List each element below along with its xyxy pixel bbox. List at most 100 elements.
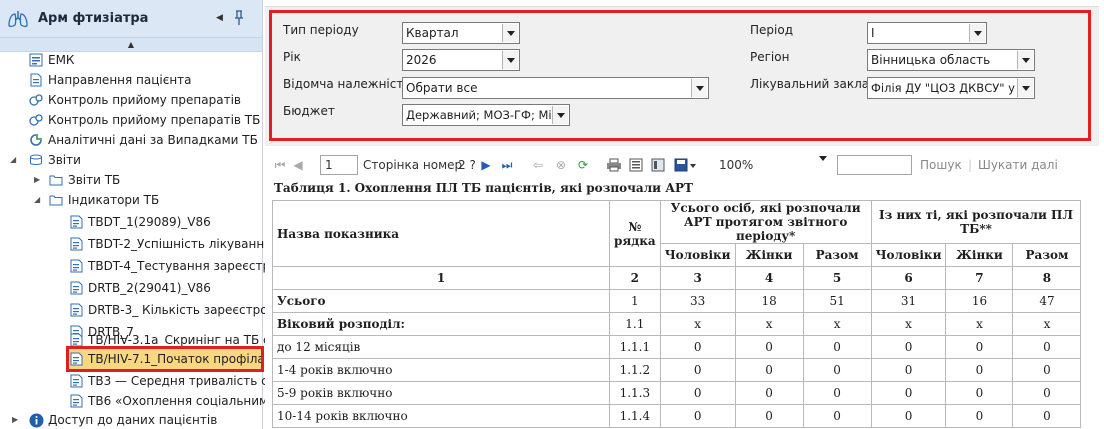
collapsed-arrow-icon[interactable]: ▶ xyxy=(12,415,18,424)
dropdown-arrow-icon[interactable] xyxy=(502,24,518,42)
print-icon[interactable] xyxy=(605,155,623,175)
sidebar-report-tbdt4[interactable]: TBDT-4_Тестування зареєстро xyxy=(68,256,277,276)
budget-value: Державний; МОЗ-ГФ; Місц xyxy=(406,108,566,122)
search-input[interactable] xyxy=(837,155,912,175)
region-value: Вінницька область xyxy=(871,53,991,67)
export-icon[interactable] xyxy=(673,155,697,175)
first-page-icon[interactable]: ⏮ xyxy=(273,155,287,175)
period-select[interactable]: I xyxy=(867,22,987,44)
row-name: 1-4 років включно xyxy=(272,358,610,382)
search-button[interactable]: Пошук xyxy=(920,155,962,175)
dropdown-arrow-icon[interactable] xyxy=(502,51,518,69)
table-cell: 0 xyxy=(734,404,804,428)
dropdown-arrow-icon[interactable] xyxy=(969,24,985,42)
report-document-icon xyxy=(68,280,84,296)
last-page-icon[interactable]: ⏭ xyxy=(499,155,515,175)
budget-label: Бюджет xyxy=(283,104,335,118)
sidebar-item-drug-control[interactable]: Контроль прийому препаратів xyxy=(28,90,241,110)
prev-page-icon[interactable]: ◀ xyxy=(291,155,305,175)
region-select[interactable]: Вінницька область xyxy=(867,49,1035,71)
document-icon xyxy=(28,72,44,88)
dropdown-arrow-icon[interactable] xyxy=(552,106,568,124)
table-cell: 33 xyxy=(659,289,736,313)
sidebar-item-emk[interactable]: ЕМК xyxy=(28,50,74,70)
sidebar-report-drtb3[interactable]: DRTB-3_ Кількість зареєстрова xyxy=(68,300,282,320)
affiliation-value: Обрати все xyxy=(406,81,478,95)
folder-icon xyxy=(48,172,64,188)
sidebar-item-label: Контроль прийому препаратів ТБ xyxy=(48,113,261,127)
stop-icon[interactable]: ⊗ xyxy=(553,155,569,175)
sidebar-item-drug-control-tb[interactable]: Контроль прийому препаратів ТБ xyxy=(28,110,260,130)
period-type-select[interactable]: Квартал xyxy=(402,22,520,44)
expand-arrow-icon[interactable]: ◢ xyxy=(10,155,16,164)
region-label: Регіон xyxy=(750,50,790,64)
sidebar-item-label: Аналітичні дані за Випадками ТБ xyxy=(48,133,258,147)
dropdown-arrow-icon[interactable] xyxy=(1017,51,1033,69)
col-num: 4 xyxy=(734,266,804,290)
sidebar-item-label: TBDT_1(29089)_V86 xyxy=(88,215,211,229)
dropdown-arrow-icon[interactable] xyxy=(1017,79,1033,97)
table-cell: 0 xyxy=(734,335,804,359)
budget-select[interactable]: Державний; МОЗ-ГФ; Місц xyxy=(402,104,570,126)
header-total: Разом xyxy=(802,243,872,267)
sidebar-item-analytics[interactable]: Аналітичні дані за Випадками ТБ xyxy=(28,130,258,150)
refresh-icon[interactable]: ⟳ xyxy=(575,155,591,175)
sidebar-report-drtb2[interactable]: DRTB_2(29041)_V86 xyxy=(68,278,211,298)
report-content: Таблиця 1. Охоплення ПЛ ТБ пацієнтів, як… xyxy=(270,181,1104,429)
table-cell: 0 xyxy=(870,381,947,405)
page-number-input[interactable]: 1 xyxy=(320,155,358,175)
info-icon xyxy=(28,412,44,428)
header-of-them: Із них ті, які розпочали ПЛ ТБ** xyxy=(870,200,1082,244)
sidebar-item-referral[interactable]: Направлення пацієнта xyxy=(28,70,192,90)
sidebar-report-tbdt2[interactable]: TBDT-2_Успішність лікування ( xyxy=(68,234,280,254)
table-row: до 12 місяців 1.1.1 0 0 0 0 0 0 xyxy=(272,335,1082,359)
table-row: 5-9 років включно 1.1.3 0 0 0 0 0 0 xyxy=(272,381,1082,405)
facility-select[interactable]: Філія ДУ "ЦОЗ ДКВСУ" у Ві xyxy=(867,77,1035,99)
back-icon[interactable]: ⇦ xyxy=(531,155,545,175)
sidebar-item-label: TB/HIV-3.1a_Скринінг на ТБ се xyxy=(88,333,277,347)
table-cell: 51 xyxy=(802,289,872,313)
app-title: Арм фтизіатра xyxy=(38,11,149,26)
row-number: 1.1.1 xyxy=(609,335,661,359)
sidebar-report-tb6[interactable]: TB6 «Охоплення соціальним с xyxy=(68,391,279,411)
affiliation-select[interactable]: Обрати все xyxy=(402,77,709,99)
reports-icon xyxy=(28,152,44,168)
collapsed-arrow-icon[interactable]: ▶ xyxy=(34,175,40,184)
col-num: 6 xyxy=(870,266,947,290)
sidebar-report-tbdt1[interactable]: TBDT_1(29089)_V86 xyxy=(68,212,211,232)
report-title: Таблиця 1. Охоплення ПЛ ТБ пацієнтів, як… xyxy=(274,181,693,195)
print-layout-icon[interactable] xyxy=(627,155,645,175)
sidebar-item-reports-tb[interactable]: ▶ Звіти ТБ xyxy=(34,170,120,190)
folder-icon xyxy=(48,192,64,208)
sidebar-item-reports[interactable]: ◢ Звіти xyxy=(10,150,81,170)
zoom-select[interactable] xyxy=(713,155,827,175)
year-value: 2026 xyxy=(406,53,437,67)
page-setup-icon[interactable] xyxy=(649,155,667,175)
col-num: 3 xyxy=(659,266,736,290)
header-total-art: Усього осіб, які розпочали АРТ протягом … xyxy=(659,200,872,244)
sidebar-item-indicators-tb[interactable]: ◢ Індикатори ТБ xyxy=(34,190,159,210)
sidebar-report-tb3[interactable]: TB3 — Середня тривалість ста xyxy=(68,371,282,391)
row-name: 5-9 років включно xyxy=(272,381,610,405)
sidebar-item-label: DRTB-3_ Кількість зареєстрова xyxy=(88,303,282,317)
selection-highlight xyxy=(66,346,264,372)
period-value: I xyxy=(871,26,875,40)
table-cell: 0 xyxy=(1012,358,1082,382)
year-select[interactable]: 2026 xyxy=(402,49,520,71)
row-number: 1.1.4 xyxy=(609,404,661,428)
col-num: 2 xyxy=(609,266,661,290)
find-next-button[interactable]: Шукати далі xyxy=(978,155,1058,175)
pin-icon[interactable] xyxy=(233,10,245,26)
next-page-icon[interactable]: ▶ xyxy=(479,155,493,175)
table-cell: 0 xyxy=(945,404,1014,428)
sidebar-item-label: DRTB_2(29041)_V86 xyxy=(88,281,211,295)
collapse-sidebar-icon[interactable]: ◀ xyxy=(216,13,223,23)
sidebar-item-patient-access[interactable]: ▶ Доступ до даних пацієнтів xyxy=(12,410,217,429)
table-cell: 0 xyxy=(1012,335,1082,359)
col-num: 5 xyxy=(802,266,872,290)
dropdown-arrow-icon[interactable] xyxy=(691,79,707,97)
dropdown-arrow-icon[interactable] xyxy=(819,161,827,175)
expand-arrow-icon[interactable]: ◢ xyxy=(34,195,40,204)
sidebar-item-label: Звіти xyxy=(48,153,81,167)
table-cell: 0 xyxy=(1012,381,1082,405)
